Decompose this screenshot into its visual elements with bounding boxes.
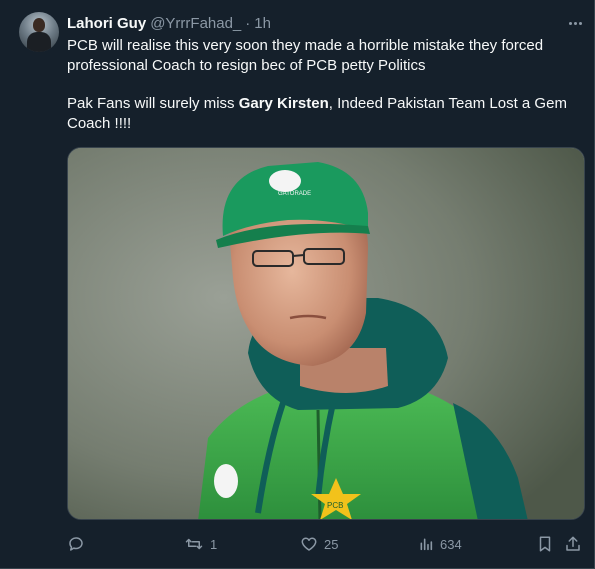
- tweet-text-bold-name: Gary Kirsten: [238, 95, 329, 112]
- like-count: 25: [324, 536, 339, 552]
- share-icon: [566, 536, 580, 551]
- tweet-text-line2-start: Pak Fans will surely miss: [67, 95, 239, 112]
- author-handle[interactable]: @YrrrFahad_: [150, 15, 241, 32]
- coach-photo-illustration: GATORADE PCB: [68, 148, 584, 519]
- views-button[interactable]: 634: [418, 533, 462, 555]
- separator-dot: ·: [245, 14, 251, 32]
- tweet-text-line2: Pak Fans will surely miss Gary Kirsten, …: [67, 94, 582, 134]
- bookmark-button[interactable]: [536, 533, 554, 555]
- retweet-count: 1: [210, 536, 218, 552]
- tweet-card[interactable]: Lahori Guy @YrrrFahad_ · 1h PCB will rea…: [0, 0, 595, 569]
- shirt-emblem: PCB: [327, 501, 343, 510]
- tweet-time[interactable]: 1h: [254, 15, 271, 32]
- tweet-text-line1: PCB will realise this very soon they mad…: [67, 37, 544, 74]
- glasses-bridge: [292, 254, 305, 257]
- tweet-text: PCB will realise this very soon they mad…: [67, 36, 582, 134]
- avatar-body: [27, 32, 51, 52]
- tweet-header: Lahori Guy @YrrrFahad_ · 1h: [67, 14, 271, 32]
- share-button[interactable]: [564, 533, 582, 555]
- sponsor-logo: [214, 464, 238, 498]
- cap-logo-text: GATORADE: [278, 191, 311, 197]
- avatar[interactable]: [19, 12, 59, 52]
- cap-logo: [269, 170, 301, 192]
- views-count: 634: [440, 536, 462, 552]
- bookmark-icon: [539, 536, 551, 552]
- action-bar: 1 25 634: [67, 533, 587, 555]
- reply-icon: [69, 537, 83, 551]
- like-icon: [301, 537, 317, 551]
- retweet-button[interactable]: 1: [184, 533, 217, 555]
- retweet-icon: [185, 538, 203, 550]
- more-icon[interactable]: [566, 14, 584, 32]
- views-icon: [420, 538, 433, 551]
- author-name[interactable]: Lahori Guy: [67, 15, 146, 32]
- reply-button[interactable]: [67, 533, 91, 555]
- avatar-head: [33, 18, 45, 32]
- like-button[interactable]: 25: [300, 533, 338, 555]
- tweet-photo[interactable]: GATORADE PCB: [67, 147, 585, 520]
